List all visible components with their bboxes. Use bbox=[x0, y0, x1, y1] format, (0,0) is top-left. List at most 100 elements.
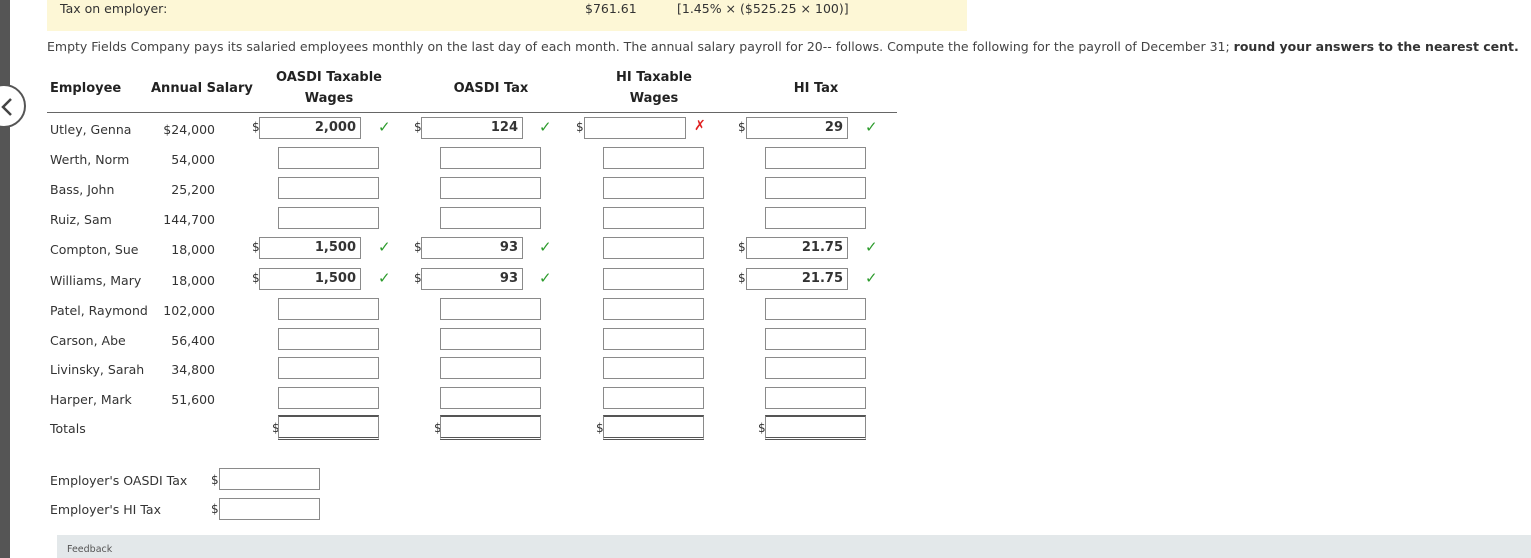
hi-tax-input[interactable]: 21.75 bbox=[746, 237, 848, 259]
check-icon: ✓ bbox=[539, 238, 552, 256]
check-icon: ✓ bbox=[378, 118, 391, 136]
employee-name: Compton, Sue bbox=[50, 242, 139, 257]
oasdi-tax-input[interactable] bbox=[440, 177, 541, 199]
hi-wages-dollar: $ bbox=[576, 120, 584, 134]
employer-hi-dollar: $ bbox=[211, 502, 219, 516]
hi-tax-input[interactable]: 29 bbox=[746, 117, 848, 139]
hi-tax-input[interactable] bbox=[765, 387, 866, 409]
employee-name: Werth, Norm bbox=[50, 152, 130, 167]
oasdi-wages-input[interactable]: 2,000 bbox=[259, 117, 361, 139]
oasdi-tax-input[interactable] bbox=[440, 387, 541, 409]
feedback-panel: Feedback bbox=[57, 535, 1531, 558]
x-icon: ✗ bbox=[694, 118, 706, 134]
annual-salary: $24,000 bbox=[163, 122, 215, 137]
header-oasdi-wages-line2: Wages bbox=[304, 91, 354, 106]
employee-name: Williams, Mary bbox=[50, 273, 142, 288]
banner-formula: [1.45% × ($525.25 × 100)] bbox=[677, 1, 849, 16]
total-hi-tax-input[interactable] bbox=[765, 415, 866, 440]
header-divider bbox=[47, 112, 897, 113]
hi-wages-input[interactable] bbox=[603, 147, 704, 169]
hi-tax-input[interactable] bbox=[765, 298, 866, 320]
hi-wages-input[interactable] bbox=[603, 177, 704, 199]
hi-tax-dollar: $ bbox=[738, 271, 746, 285]
hi-wages-input[interactable] bbox=[603, 328, 704, 350]
header-hi-tax: HI Tax bbox=[793, 81, 839, 96]
back-button[interactable] bbox=[0, 84, 26, 128]
annual-salary: 25,200 bbox=[171, 182, 215, 197]
hi-wages-input[interactable] bbox=[603, 387, 704, 409]
hi-wages-input[interactable] bbox=[584, 117, 686, 139]
oasdi-tax-input[interactable] bbox=[440, 147, 541, 169]
chevron-left-icon bbox=[1, 98, 12, 116]
employee-name: Carson, Abe bbox=[50, 333, 126, 348]
header-oasdi-wages-line1: OASDI Taxable bbox=[276, 70, 382, 85]
employer-hi-input[interactable] bbox=[219, 498, 320, 520]
hi-tax-input[interactable] bbox=[765, 207, 866, 229]
banner-label: Tax on employer: bbox=[60, 1, 168, 16]
employee-name: Ruiz, Sam bbox=[50, 212, 112, 227]
hi-wages-input[interactable] bbox=[603, 207, 704, 229]
total-oasdi-tax-input[interactable] bbox=[440, 415, 541, 440]
header-employee: Employee bbox=[50, 81, 122, 96]
hi-tax-input[interactable] bbox=[765, 328, 866, 350]
instructions: Empty Fields Company pays its salaried e… bbox=[47, 39, 1519, 54]
header-oasdi-wages: OASDI Taxable Wages bbox=[259, 67, 399, 109]
employee-name: Bass, John bbox=[50, 182, 115, 197]
totals-label: Totals bbox=[50, 421, 86, 436]
header-hi-wages: HI Taxable Wages bbox=[584, 67, 724, 109]
hi-tax-input[interactable] bbox=[765, 177, 866, 199]
oasdi-wages-input[interactable]: 1,500 bbox=[259, 268, 361, 290]
employer-tax-banner: Tax on employer: $761.61 [1.45% × ($525.… bbox=[47, 0, 967, 31]
oasdi-wages-input[interactable] bbox=[278, 147, 379, 169]
hi-wages-input[interactable] bbox=[603, 357, 704, 379]
oasdi-wages-input[interactable]: 1,500 bbox=[259, 237, 361, 259]
oasdi-tax-input[interactable] bbox=[440, 357, 541, 379]
employee-name: Harper, Mark bbox=[50, 392, 132, 407]
oasdi-tax-input[interactable]: 124 bbox=[421, 117, 523, 139]
banner-amount: $761.61 bbox=[585, 1, 637, 16]
check-icon: ✓ bbox=[865, 269, 878, 287]
oasdi-wages-input[interactable] bbox=[278, 298, 379, 320]
hi-wages-input[interactable] bbox=[603, 237, 704, 259]
oasdi-tax-input[interactable] bbox=[440, 298, 541, 320]
check-icon: ✓ bbox=[865, 238, 878, 256]
hi-tax-dollar: $ bbox=[738, 240, 746, 254]
header-oasdi-tax: OASDI Tax bbox=[453, 81, 529, 96]
total-oasdi-wages-input[interactable] bbox=[278, 415, 379, 440]
hi-wages-input[interactable] bbox=[603, 298, 704, 320]
hi-wages-input[interactable] bbox=[603, 268, 704, 290]
employer-hi-label: Employer's HI Tax bbox=[50, 502, 161, 517]
check-icon: ✓ bbox=[378, 238, 391, 256]
employer-oasdi-input[interactable] bbox=[219, 468, 320, 490]
hi-tax-input[interactable] bbox=[765, 357, 866, 379]
check-icon: ✓ bbox=[865, 118, 878, 136]
annual-salary: 56,400 bbox=[171, 333, 215, 348]
oasdi-tax-input[interactable]: 93 bbox=[421, 268, 523, 290]
header-hi-wages-line2: Wages bbox=[629, 91, 679, 106]
hi-tax-input[interactable]: 21.75 bbox=[746, 268, 848, 290]
annual-salary: 18,000 bbox=[171, 273, 215, 288]
annual-salary: 102,000 bbox=[163, 303, 215, 318]
oasdi-wages-input[interactable] bbox=[278, 207, 379, 229]
check-icon: ✓ bbox=[539, 269, 552, 287]
oasdi-wages-input[interactable] bbox=[278, 177, 379, 199]
oasdi-tax-input[interactable]: 93 bbox=[421, 237, 523, 259]
instructions-bold: round your answers to the nearest cent. bbox=[1233, 39, 1519, 54]
annual-salary: 54,000 bbox=[171, 152, 215, 167]
hi-tax-input[interactable] bbox=[765, 147, 866, 169]
employer-oasdi-label: Employer's OASDI Tax bbox=[50, 473, 188, 488]
annual-salary: 51,600 bbox=[171, 392, 215, 407]
feedback-label: Feedback bbox=[67, 544, 113, 555]
oasdi-wages-input[interactable] bbox=[278, 387, 379, 409]
employee-name: Livinsky, Sarah bbox=[50, 362, 145, 377]
oasdi-tax-input[interactable] bbox=[440, 328, 541, 350]
header-annual-salary: Annual Salary bbox=[151, 81, 253, 96]
oasdi-wages-input[interactable] bbox=[278, 357, 379, 379]
employee-name: Utley, Genna bbox=[50, 122, 132, 137]
oasdi-tax-input[interactable] bbox=[440, 207, 541, 229]
header-hi-wages-line1: HI Taxable bbox=[616, 70, 692, 85]
annual-salary: 18,000 bbox=[171, 242, 215, 257]
annual-salary: 144,700 bbox=[163, 212, 215, 227]
total-hi-wages-input[interactable] bbox=[603, 415, 704, 440]
oasdi-wages-input[interactable] bbox=[278, 328, 379, 350]
